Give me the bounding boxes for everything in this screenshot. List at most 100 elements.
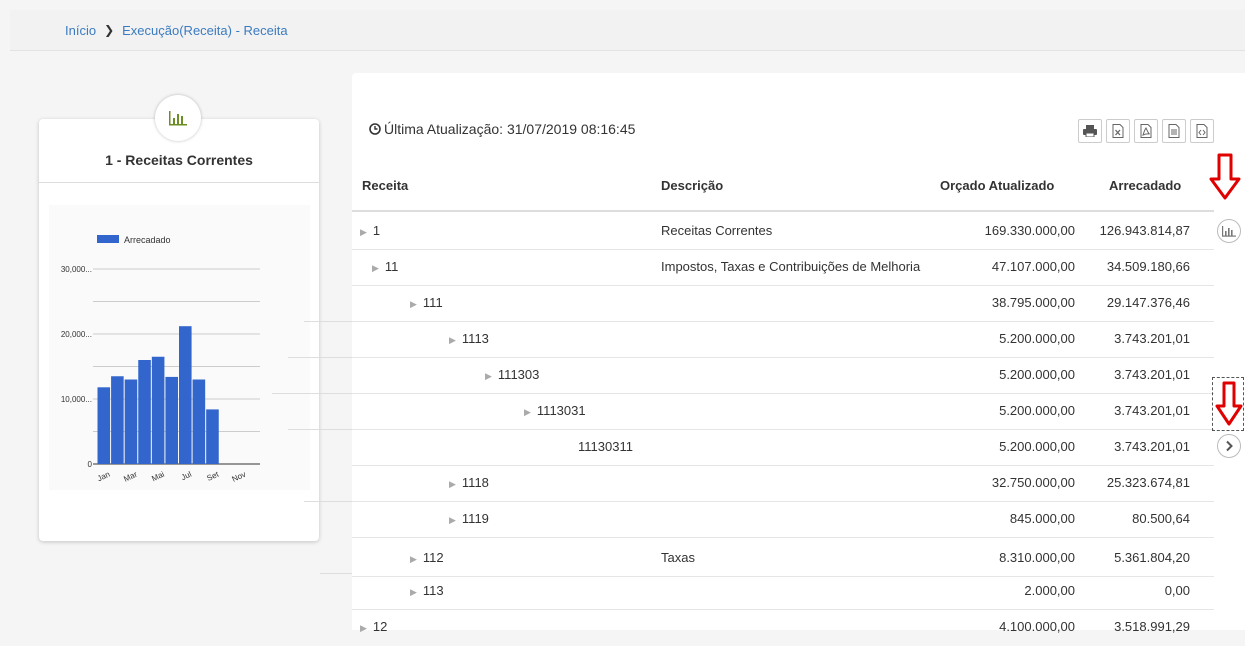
row-arrecadado: 25.323.674,81 [1106, 475, 1190, 490]
chart-bar [97, 387, 111, 464]
table-row[interactable]: ▶ 1118 32.750.000,00 25.323.674,81 [352, 465, 1214, 502]
expand-icon[interactable]: ▶ [449, 335, 456, 345]
table-row[interactable]: 11130311 5.200.000,00 3.743.201,01 [352, 429, 1214, 466]
row-orcado: 5.200.000,00 [999, 403, 1075, 418]
expand-icon[interactable]: ▶ [410, 587, 417, 597]
row-code: 1113031 [536, 403, 586, 418]
col-header-arrecadado[interactable]: Arrecadado [1109, 178, 1181, 193]
expand-icon[interactable]: ▶ [372, 263, 379, 273]
connector-line [320, 573, 352, 574]
row-arrecadado: 3.743.201,01 [1114, 403, 1190, 418]
table-row[interactable]: ▶ 11 Impostos, Taxas e Contribuições de M… [352, 249, 1214, 286]
row-orcado: 5.200.000,00 [999, 367, 1075, 382]
row-arrecadado: 34.509.180,66 [1106, 259, 1190, 274]
row-desc: Impostos, Taxas e Contribuições de Melho… [661, 259, 921, 274]
excel-icon[interactable] [1106, 119, 1130, 143]
row-desc: Receitas Correntes [661, 223, 773, 238]
expand-icon[interactable]: ▶ [449, 479, 456, 489]
chart-bar [124, 379, 138, 464]
code-file-icon[interactable] [1190, 119, 1214, 143]
row-code: 112 [422, 550, 444, 565]
connector-line [288, 357, 352, 358]
connector-line [272, 393, 352, 394]
col-header-descricao[interactable]: Descrição [661, 178, 723, 193]
pdf-icon[interactable] [1134, 119, 1158, 143]
breadcrumb-separator-icon: ❯ [104, 23, 115, 37]
row-arrecadado: 3.743.201,01 [1114, 439, 1190, 454]
chart-bar [179, 326, 192, 464]
row-desc: Taxas [661, 550, 695, 565]
row-code: 111 [422, 295, 443, 310]
row-code: 111303 [497, 367, 540, 382]
col-header-receita[interactable]: Receita [362, 178, 408, 193]
row-next-button[interactable] [1217, 434, 1241, 458]
expand-icon[interactable]: ▶ [360, 623, 367, 633]
table-row[interactable]: ▶ 111303 5.200.000,00 3.743.201,01 [352, 357, 1214, 394]
clock-icon [369, 123, 381, 135]
header-divider [352, 210, 1214, 212]
expand-icon[interactable]: ▶ [485, 371, 492, 381]
row-arrecadado: 126.943.814,87 [1099, 223, 1190, 238]
annotation-arrow-down [1215, 381, 1243, 426]
row-orcado: 32.750.000,00 [991, 475, 1075, 490]
table-row[interactable]: ▶ 112 Taxas 8.310.000,00 5.361.804,20 [352, 540, 1214, 577]
table-row[interactable]: ▶ 1 Receitas Correntes 169.330.000,00 126… [352, 213, 1214, 250]
expand-icon[interactable]: ▶ [449, 515, 456, 525]
row-orcado: 845.000,00 [1009, 511, 1075, 526]
y-tick-label: 0 [88, 460, 93, 469]
row-orcado: 169.330.000,00 [984, 223, 1075, 238]
row-code: 1 [372, 223, 381, 238]
arrecadado-chart: Arrecadado 0 10,000... 20,000... 30,000... Ja… [49, 205, 310, 490]
export-toolbar [1078, 119, 1214, 143]
y-tick-label: 10,000... [61, 395, 92, 404]
expand-icon[interactable]: ▶ [410, 299, 417, 309]
row-arrecadado: 0,00 [1164, 583, 1190, 598]
x-tick-label: Jul [180, 470, 193, 483]
table-row[interactable]: ▶ 1113031 5.200.000,00 3.743.201,01 [352, 393, 1214, 430]
x-tick-label: Jan [96, 470, 112, 484]
row-code: 11130311 [578, 439, 633, 454]
row-arrecadado: 3.743.201,01 [1114, 367, 1190, 382]
legend-swatch [97, 235, 119, 243]
expand-icon[interactable]: ▶ [360, 227, 367, 237]
text-file-icon[interactable] [1162, 119, 1186, 143]
row-orcado: 5.200.000,00 [999, 439, 1075, 454]
legend-label: Arrecadado [124, 235, 171, 245]
chart-bar [151, 356, 165, 464]
row-arrecadado: 80.500,64 [1132, 511, 1190, 526]
chart-bar [138, 360, 151, 464]
chart-bar [192, 379, 206, 464]
row-orcado: 4.100.000,00 [999, 619, 1075, 634]
row-chart-button[interactable] [1217, 219, 1241, 243]
table-row[interactable]: ▶ 12 4.100.000,00 3.518.991,29 [352, 609, 1214, 645]
col-header-orcado[interactable]: Orçado Atualizado [940, 178, 1054, 193]
y-tick-label: 30,000... [61, 265, 92, 274]
row-code: 1118 [461, 475, 489, 490]
table-row[interactable]: ▶ 1113 5.200.000,00 3.743.201,01 [352, 321, 1214, 358]
row-arrecadado: 3.518.991,29 [1114, 619, 1190, 634]
breadcrumb-home-link[interactable]: Início [65, 23, 96, 38]
table-row[interactable]: ▶ 111 38.795.000,00 29.147.376,46 [352, 285, 1214, 322]
table-row[interactable]: ▶ 1119 845.000,00 80.500,64 [352, 501, 1214, 538]
last-update-text: Última Atualização: 31/07/2019 08:16:45 [384, 121, 636, 137]
card-bar-chart-icon[interactable] [155, 95, 201, 141]
chart-bar [206, 409, 219, 464]
row-orcado: 8.310.000,00 [999, 550, 1075, 565]
connector-line [304, 321, 352, 322]
connector-line [288, 429, 352, 430]
connector-line [304, 501, 352, 502]
chart-svg: Arrecadado 0 10,000... 20,000... 30,000... Ja… [61, 235, 260, 484]
row-code: 1113 [461, 331, 489, 346]
row-code: 12 [372, 619, 388, 634]
print-icon[interactable] [1078, 119, 1102, 143]
chart-bar [111, 376, 124, 464]
x-tick-label: Mai [150, 470, 166, 484]
row-orcado: 2.000,00 [1024, 583, 1075, 598]
expand-icon[interactable]: ▶ [524, 407, 531, 417]
table-row[interactable]: ▶ 113 2.000,00 0,00 [352, 573, 1214, 610]
row-code: 1119 [461, 511, 489, 526]
x-tick-label: Mar [122, 470, 139, 484]
chart-bar [165, 376, 178, 464]
expand-icon[interactable]: ▶ [410, 554, 417, 564]
breadcrumb-current-link[interactable]: Execução(Receita) - Receita [122, 23, 287, 38]
